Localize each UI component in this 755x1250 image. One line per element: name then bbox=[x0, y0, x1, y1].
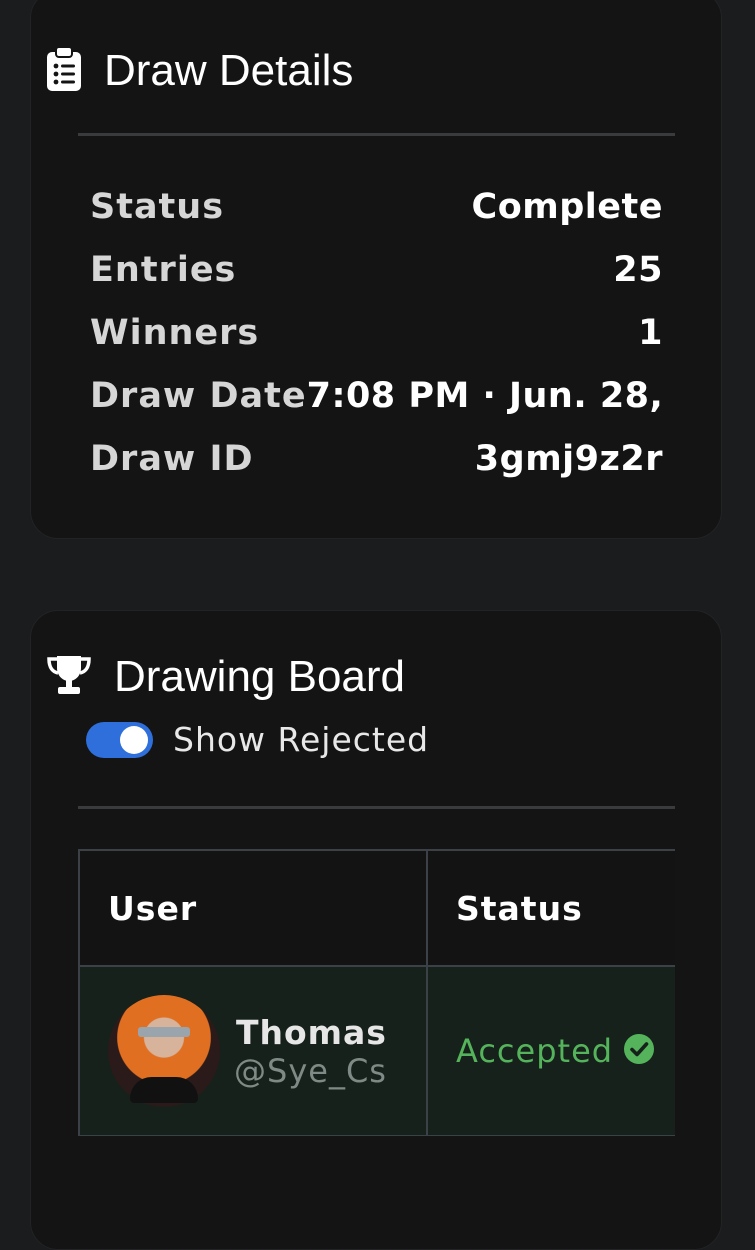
divider bbox=[78, 133, 675, 136]
draw-details-title: Draw Details bbox=[104, 46, 354, 95]
user-handle[interactable]: @Sye_Cs bbox=[234, 1052, 387, 1090]
avatar[interactable] bbox=[108, 995, 220, 1107]
drawing-board-title: Drawing Board bbox=[114, 652, 406, 701]
check-circle-icon bbox=[623, 1033, 655, 1069]
column-header-label: Status bbox=[456, 888, 583, 928]
detail-label: Entries bbox=[90, 250, 237, 290]
user-cell: Thomas @Sye_Cs bbox=[78, 965, 428, 1136]
clipboard-list-icon bbox=[46, 46, 82, 96]
detail-label: Winners bbox=[90, 313, 260, 353]
draw-details-header: Draw Details bbox=[46, 46, 353, 96]
detail-label: Draw Date bbox=[90, 376, 307, 416]
status-accepted-label: Accepted bbox=[456, 1032, 614, 1070]
detail-label: Status bbox=[90, 187, 225, 227]
detail-label: Draw ID bbox=[90, 439, 254, 479]
show-rejected-label: Show Rejected bbox=[173, 720, 430, 759]
detail-row-draw-id: Draw ID 3gmj9z2r bbox=[90, 434, 663, 484]
detail-row-draw-date: Draw Date 7:08 PM · Jun. 28, bbox=[90, 371, 663, 421]
detail-value: 7:08 PM · Jun. 28, bbox=[306, 376, 663, 416]
detail-value: Complete bbox=[471, 187, 663, 227]
column-header-status[interactable]: Status bbox=[426, 849, 675, 967]
detail-row-entries: Entries 25 bbox=[90, 245, 663, 295]
column-header-user[interactable]: User bbox=[78, 849, 428, 967]
show-rejected-toggle[interactable] bbox=[86, 721, 153, 758]
status-cell: Accepted bbox=[426, 965, 675, 1136]
column-header-label: User bbox=[108, 888, 198, 928]
drawing-board-header: Drawing Board bbox=[46, 652, 405, 702]
table-header-row: User Status bbox=[78, 849, 675, 967]
table-row[interactable]: Thomas @Sye_Cs Accepted bbox=[78, 965, 675, 1136]
detail-value: 25 bbox=[613, 250, 663, 290]
user-name[interactable]: Thomas bbox=[236, 1013, 387, 1052]
detail-value: 1 bbox=[638, 313, 663, 353]
trophy-icon bbox=[46, 654, 92, 700]
toggle-knob bbox=[120, 725, 148, 754]
avatar-headband bbox=[138, 1027, 190, 1037]
detail-value: 3gmj9z2r bbox=[474, 439, 663, 479]
detail-row-winners: Winners 1 bbox=[90, 308, 663, 358]
show-rejected-row: Show Rejected bbox=[86, 720, 429, 759]
detail-row-status: Status Complete bbox=[90, 182, 663, 232]
divider bbox=[78, 806, 675, 809]
drawing-board-table: User Status Thomas @Sye_Cs Accepted bbox=[78, 849, 675, 1136]
avatar-coat bbox=[130, 1077, 198, 1103]
